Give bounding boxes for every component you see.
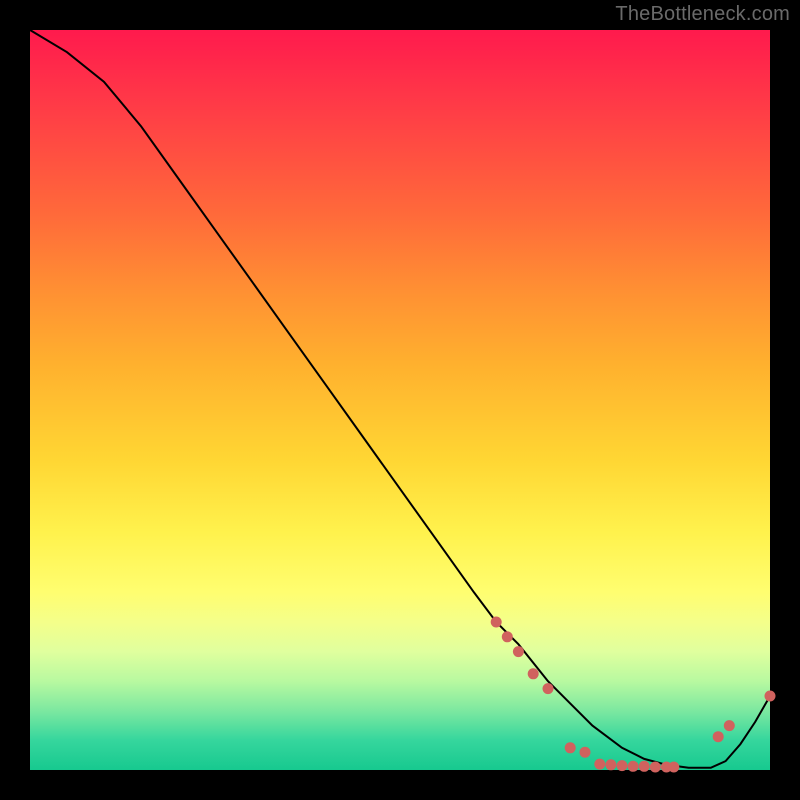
- marker-dot: [765, 691, 776, 702]
- markers-group: [491, 617, 776, 773]
- marker-dot: [639, 761, 650, 772]
- marker-dot: [528, 668, 539, 679]
- marker-dot: [565, 742, 576, 753]
- marker-dot: [713, 731, 724, 742]
- plot-area: [30, 30, 770, 770]
- marker-dot: [513, 646, 524, 657]
- marker-dot: [580, 747, 591, 758]
- marker-dot: [668, 762, 679, 773]
- marker-dot: [594, 759, 605, 770]
- marker-dot: [724, 720, 735, 731]
- marker-dot: [650, 762, 661, 773]
- marker-dot: [502, 631, 513, 642]
- marker-dot: [628, 761, 639, 772]
- marker-dot: [605, 759, 616, 770]
- bottleneck-curve: [30, 30, 770, 768]
- chart-svg: [30, 30, 770, 770]
- marker-dot: [617, 760, 628, 771]
- marker-dot: [491, 617, 502, 628]
- watermark-text: TheBottleneck.com: [615, 3, 790, 26]
- marker-dot: [543, 683, 554, 694]
- chart-frame: TheBottleneck.com: [0, 0, 800, 800]
